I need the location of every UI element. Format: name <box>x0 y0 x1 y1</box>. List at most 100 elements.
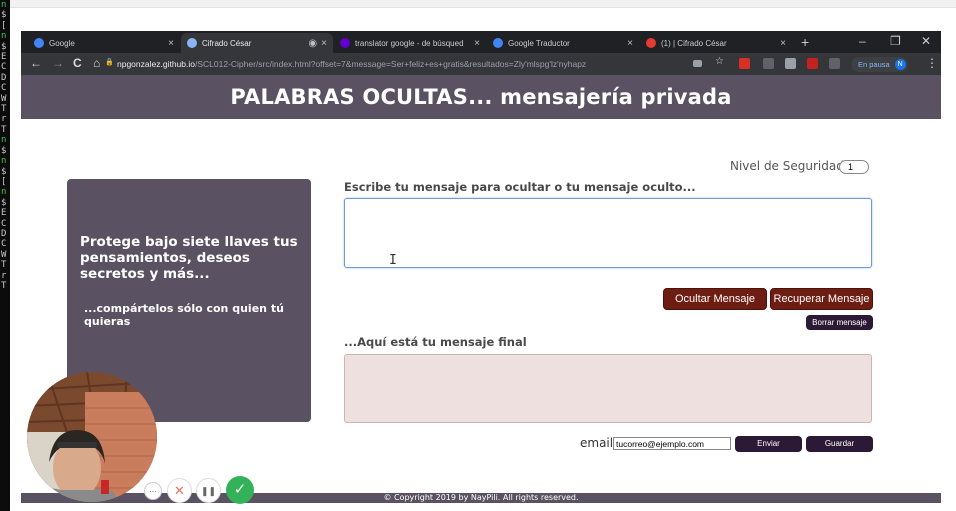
finish-recording-button[interactable]: ✓ <box>226 476 254 504</box>
url-domain: npgonzalez.github.io <box>117 59 195 69</box>
close-tab-icon[interactable]: × <box>168 38 174 49</box>
terminal-glyph: W <box>1 249 7 260</box>
github-icon <box>187 38 197 48</box>
new-tab-button[interactable]: + <box>801 34 809 50</box>
terminal-glyph: $ <box>1 145 7 156</box>
pocket-icon[interactable] <box>739 58 750 69</box>
tab-label: translator google - de búsqued <box>355 38 464 48</box>
terminal-glyph: n <box>1 31 7 42</box>
clear-message-button[interactable]: Borrar mensaje <box>806 315 873 330</box>
message-input[interactable] <box>344 198 872 268</box>
close-tab-icon[interactable]: × <box>627 38 633 49</box>
terminal-glyph: D <box>1 228 7 239</box>
send-button[interactable]: Enviar <box>735 436 802 452</box>
restore-icon[interactable]: ❐ <box>890 34 901 48</box>
terminal-glyph: T <box>1 280 7 291</box>
address-bar: ← → C ⌂ 🔒 npgonzalez.github.io/SCL012-Ci… <box>21 53 941 75</box>
save-button[interactable]: Guardar <box>806 436 873 452</box>
terminal-glyph: C <box>1 62 7 73</box>
top-bar <box>10 0 956 8</box>
email-field[interactable] <box>613 437 731 450</box>
page-title: PALABRAS OCULTAS... mensajería privada <box>230 85 732 109</box>
close-tab-icon[interactable]: × <box>474 38 480 49</box>
tab-1[interactable]: Cifrado César ◉ × <box>181 33 333 53</box>
adblock-icon[interactable] <box>829 58 840 69</box>
terminal-glyph: n <box>1 135 7 146</box>
close-tab-icon[interactable]: × <box>780 38 786 49</box>
lock-icon: 🔒 <box>105 59 114 66</box>
close-tab-icon[interactable]: × <box>321 38 327 49</box>
terminal-glyph: $ <box>1 10 7 21</box>
record-icon <box>646 38 656 48</box>
screen: n $[n $ E C D C W Tr Tn $ n $[n $ E C D C W Tr T (1) | Cifra… <box>0 0 956 511</box>
close-window-icon[interactable]: ✕ <box>921 34 931 48</box>
home-icon[interactable]: ⌂ <box>93 56 100 70</box>
terminal-glyph: $ <box>1 41 7 52</box>
terminal-glyph: W <box>1 93 7 104</box>
input-label: Escribe tu mensaje para ocultar o tu men… <box>344 180 696 194</box>
tab-2[interactable]: translator google - de búsqued × <box>334 33 486 53</box>
terminal-glyph: [ <box>1 176 7 187</box>
tab-label: Cifrado César <box>202 38 252 48</box>
terminal-glyph: r <box>1 114 7 125</box>
tab-0[interactable]: Google × <box>28 33 180 53</box>
tab-3[interactable]: Google Traductor × <box>487 33 639 53</box>
side-headline: Protege bajo siete llaves tus pensamient… <box>80 234 298 282</box>
text-cursor-icon: I <box>389 253 397 268</box>
security-level-label: Nivel de Seguridad <box>730 159 844 173</box>
star-icon[interactable]: ☆ <box>715 56 724 67</box>
terminal-glyph: n <box>1 187 7 198</box>
minimize-icon[interactable]: – <box>859 34 866 48</box>
google-icon <box>34 38 44 48</box>
terminal-glyph: T <box>1 260 7 271</box>
terminal-glyph: T <box>1 104 7 115</box>
reload-icon[interactable]: C <box>73 56 82 70</box>
pdf-icon[interactable] <box>807 58 818 69</box>
sync-paused-button[interactable]: En pausa N <box>851 57 908 72</box>
extension-icon[interactable] <box>763 58 774 69</box>
webcam-feed <box>27 372 157 502</box>
hide-message-button[interactable]: Ocultar Mensaje <box>663 288 767 310</box>
url-path: /SCL012-Cipher/src/index.html?offset=7&m… <box>194 59 587 69</box>
camera-icon[interactable] <box>693 60 702 67</box>
recover-message-button[interactable]: Recuperar Mensaje <box>770 288 873 310</box>
translate-icon <box>493 38 503 48</box>
tab-bar: (1) | Cifrado César × Google Traductor × tra… <box>21 31 941 53</box>
email-label: email: <box>580 436 618 450</box>
more-options-button[interactable]: ··· <box>144 482 162 500</box>
cancel-recording-button[interactable]: ✕ <box>167 478 192 503</box>
terminal-glyph: C <box>1 239 7 250</box>
terminal-glyph: $ <box>1 197 7 208</box>
terminal-glyph: r <box>1 270 7 281</box>
terminal-glyph: n <box>1 0 7 10</box>
forward-icon[interactable]: → <box>52 56 64 70</box>
pause-recording-button[interactable]: ❚❚ <box>196 478 221 503</box>
menu-icon[interactable]: ⋮ <box>926 56 938 70</box>
tab-4[interactable]: (1) | Cifrado César × <box>640 33 792 53</box>
terminal-glyph: E <box>1 52 7 63</box>
terminal-glyph: E <box>1 208 7 219</box>
message-output[interactable] <box>344 354 872 423</box>
security-level-input[interactable] <box>839 160 869 174</box>
pause-label: En pausa <box>858 60 890 69</box>
tab-label: Google <box>49 38 75 48</box>
site-header: PALABRAS OCULTAS... mensajería privada <box>21 75 941 119</box>
yahoo-icon <box>340 38 350 48</box>
output-label: ...Aquí está tu mensaje final <box>344 335 527 349</box>
webcam-overlay <box>27 372 157 502</box>
audio-icon: ◉ <box>308 37 318 49</box>
puzzle-icon[interactable] <box>785 58 796 69</box>
terminal-glyph: C <box>1 218 7 229</box>
terminal-glyph: [ <box>1 20 7 31</box>
terminal-glyph: $ <box>1 166 7 177</box>
terminal-glyph: n <box>1 156 7 167</box>
tab-label: (1) | Cifrado César <box>661 38 727 48</box>
profile-avatar: N <box>894 59 906 70</box>
terminal-glyph: T <box>1 124 7 135</box>
back-icon[interactable]: ← <box>30 56 42 70</box>
terminal-glyph: D <box>1 72 7 83</box>
tab-label: Google Traductor <box>508 38 570 48</box>
side-subline: ...compártelos sólo con quien tú quieras <box>84 302 284 328</box>
url-field[interactable]: npgonzalez.github.io/SCL012-Cipher/src/i… <box>117 57 687 72</box>
terminal-strip: n $[n $ E C D C W Tr Tn $ n $[n $ E C D C W Tr T <box>0 0 10 511</box>
